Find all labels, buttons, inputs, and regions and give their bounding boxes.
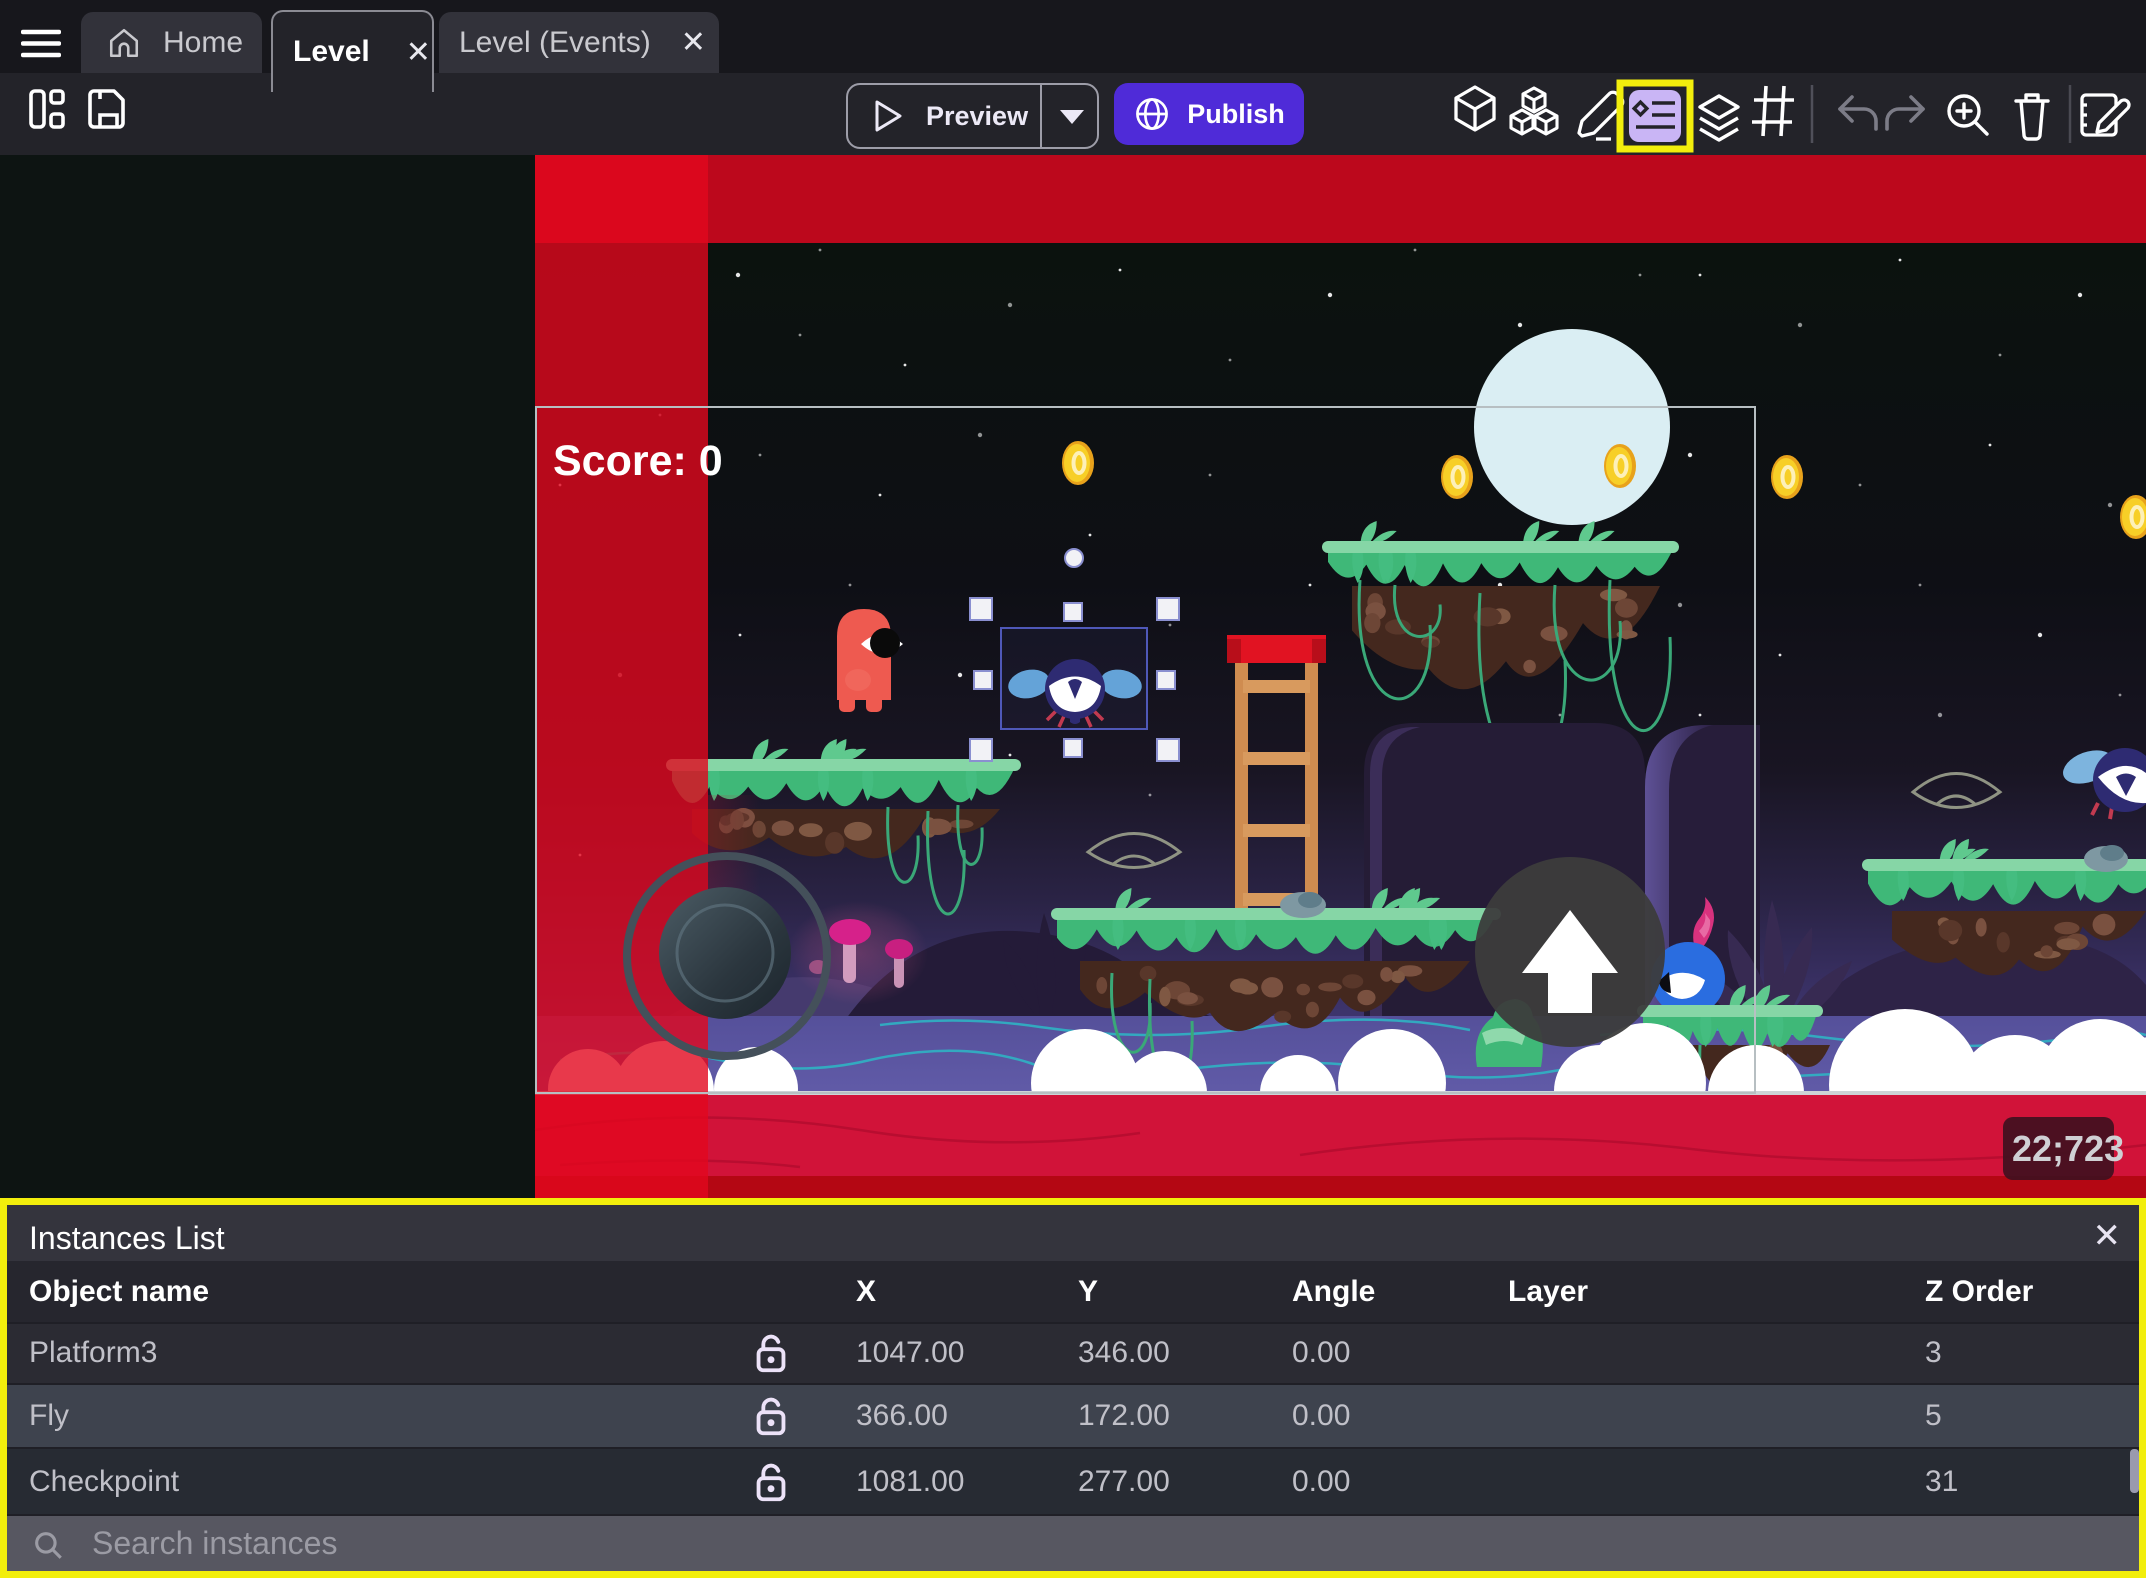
svg-text:22;723: 22;723 (2012, 1128, 2124, 1169)
svg-text:Score: 0: Score: 0 (553, 437, 723, 485)
